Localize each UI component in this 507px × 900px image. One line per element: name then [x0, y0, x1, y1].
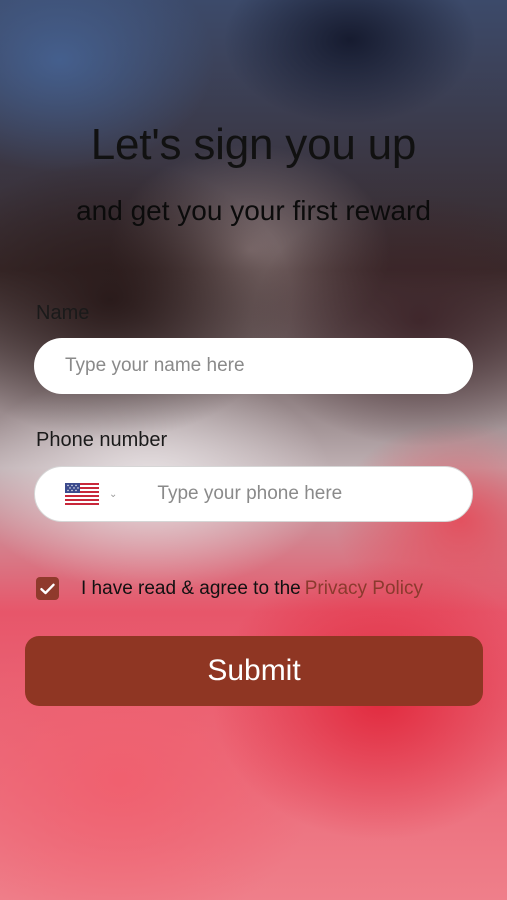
privacy-policy-link[interactable]: Privacy Policy: [305, 578, 423, 599]
page-subtitle: and get you your first reward: [76, 195, 431, 226]
chevron-down-icon: ⌄: [109, 488, 118, 500]
page-title: Let's sign you up: [90, 120, 417, 169]
country-code-selector[interactable]: ⌄: [65, 483, 117, 505]
phone-field[interactable]: ⌄: [34, 466, 473, 522]
privacy-checkbox[interactable]: [36, 577, 59, 600]
consent-text: I have read & agree to the: [81, 578, 301, 599]
signup-screen: Let's sign you up and get you your first…: [0, 0, 507, 900]
name-input[interactable]: [63, 354, 447, 378]
submit-button[interactable]: Submit: [25, 636, 483, 706]
name-field[interactable]: [34, 338, 473, 394]
phone-input[interactable]: [155, 482, 440, 506]
checkmark-icon: [40, 583, 55, 594]
phone-label: Phone number: [36, 429, 168, 451]
us-flag-icon: [65, 483, 99, 505]
consent-text-row: I have read & agree to the Privacy Policy: [81, 578, 423, 600]
name-label: Name: [36, 302, 90, 324]
